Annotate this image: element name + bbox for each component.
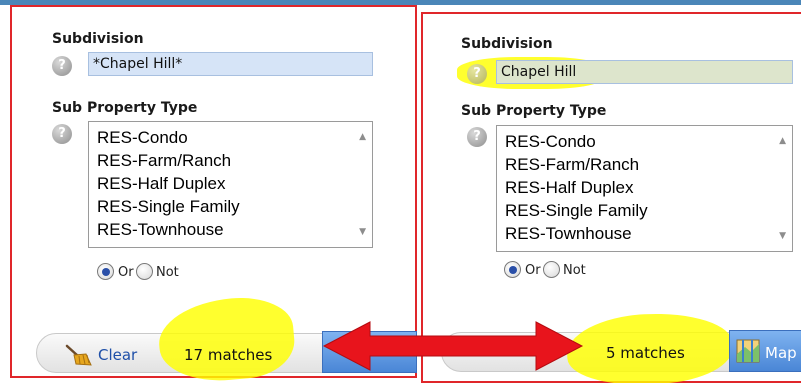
list-item[interactable]: RES-Townhouse [97, 220, 224, 240]
sub-property-type-label: Sub Property Type [52, 100, 198, 116]
subdivision-input[interactable]: *Chapel Hill* [88, 52, 373, 76]
list-item[interactable]: RES-Condo [97, 128, 188, 148]
map-button-label: Map [765, 344, 797, 362]
list-item[interactable]: RES-Townhouse [505, 224, 632, 244]
question-circle-icon[interactable]: ? [52, 56, 72, 76]
double-arrow-icon [318, 318, 588, 374]
scroll-down-icon[interactable]: ▼ [359, 227, 366, 237]
scroll-up-icon[interactable]: ▲ [779, 136, 786, 146]
subdivision-label: Subdivision [52, 31, 144, 47]
radio-or-label: Or [525, 263, 541, 278]
sub-property-type-label: Sub Property Type [461, 103, 607, 119]
matches-count: 5 matches [606, 344, 685, 362]
list-item[interactable]: RES-Half Duplex [97, 174, 226, 194]
scroll-up-icon[interactable]: ▲ [359, 132, 366, 142]
question-circle-icon[interactable]: ? [52, 124, 72, 144]
clear-button[interactable]: Clear [98, 346, 137, 364]
list-item[interactable]: RES-Condo [505, 132, 596, 152]
radio-or[interactable] [504, 261, 521, 278]
map-icon[interactable] [735, 338, 761, 364]
scroll-down-icon[interactable]: ▼ [779, 231, 786, 241]
list-item[interactable]: RES-Farm/Ranch [97, 151, 231, 171]
list-item[interactable]: RES-Farm/Ranch [505, 155, 639, 175]
matches-count: 17 matches [184, 346, 273, 364]
broom-icon[interactable] [64, 343, 94, 367]
sub-property-type-listbox[interactable]: RES-Condo RES-Farm/Ranch RES-Half Duplex… [88, 121, 373, 248]
question-circle-icon[interactable]: ? [467, 127, 487, 147]
list-item[interactable]: RES-Single Family [97, 197, 240, 217]
radio-not-label: Not [563, 263, 586, 278]
list-item[interactable]: RES-Single Family [505, 201, 648, 221]
subdivision-label: Subdivision [461, 36, 553, 52]
radio-not-label: Not [156, 265, 179, 280]
radio-not[interactable] [136, 263, 153, 280]
subdivision-input[interactable]: Chapel Hill [496, 60, 793, 84]
question-circle-icon[interactable]: ? [467, 64, 487, 84]
list-item[interactable]: RES-Half Duplex [505, 178, 634, 198]
radio-or[interactable] [97, 263, 114, 280]
sub-property-type-listbox[interactable]: RES-Condo RES-Farm/Ranch RES-Half Duplex… [496, 125, 793, 252]
radio-not[interactable] [543, 261, 560, 278]
radio-or-label: Or [118, 265, 134, 280]
